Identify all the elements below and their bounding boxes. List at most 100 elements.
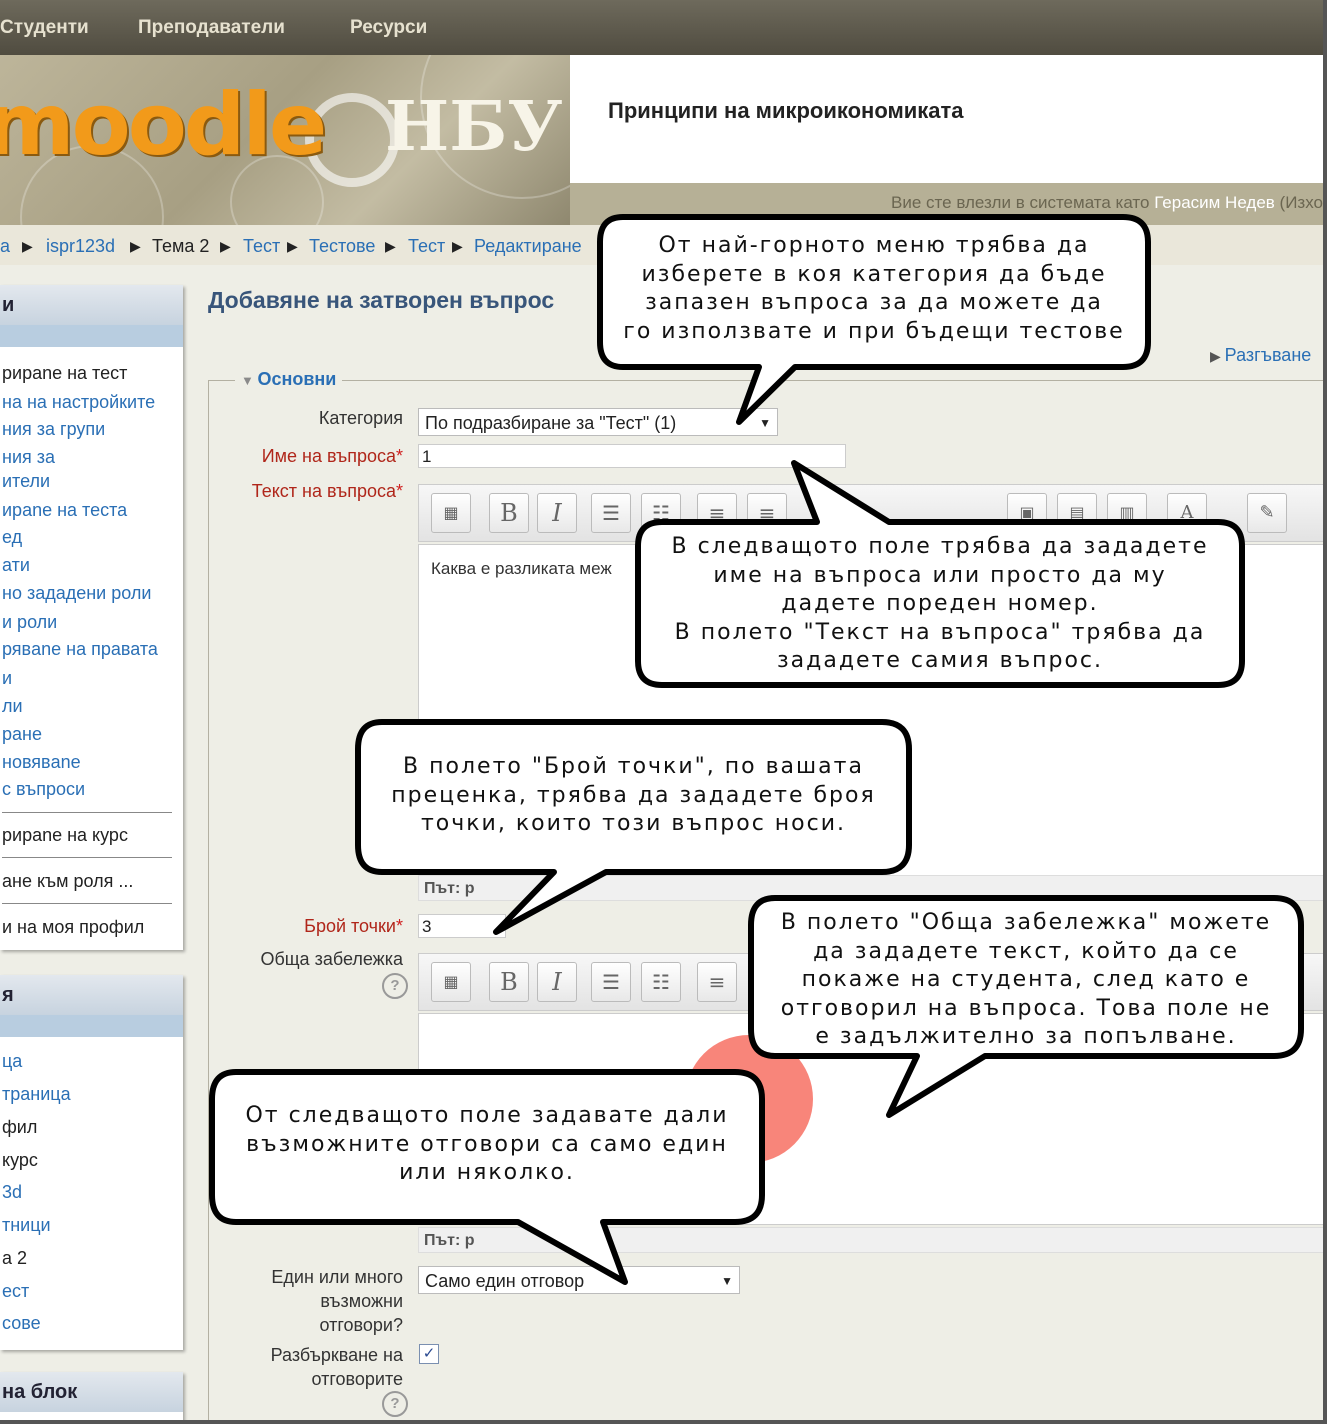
sidebar-item[interactable]: тници (2, 1215, 51, 1236)
user-name-link[interactable]: Герасим Недев (1154, 193, 1275, 212)
callout-line: преценка, трябва да зададете броя (391, 782, 876, 808)
sidebar-item[interactable]: ния за групи (2, 419, 105, 440)
callout-line: изберете в коя категория да бъде (641, 261, 1107, 287)
sidebar-item[interactable]: ца (2, 1051, 22, 1072)
question-text-content: Каква е разликата меж (431, 559, 612, 578)
login-info: Вие сте влезли в системата като Герасим … (570, 193, 1323, 213)
question-text-label: Текст на въпроса* (252, 479, 403, 503)
sidebar-item[interactable]: ли (2, 696, 23, 717)
sidebar-item[interactable]: ители (2, 471, 50, 492)
callout-line: възможните отговори са само един (246, 1131, 728, 1157)
breadcrumb-item[interactable]: а (0, 236, 10, 257)
sidebar-item[interactable]: рирane на тест (2, 363, 127, 384)
legend-label: Основни (257, 369, 337, 389)
sidebar-item[interactable]: ния за (2, 447, 55, 468)
italic-button[interactable]: I (537, 493, 577, 533)
callout-line: или няколко. (399, 1160, 575, 1185)
header-banner: moodle НБУ Принципи на микроикономиката … (0, 55, 1323, 225)
sidebar-block-navigation: я ца траница фил курс 3d тници а 2 ест с… (0, 975, 183, 1350)
sidebar-item[interactable]: курс (2, 1150, 38, 1171)
breadcrumb-item[interactable]: Тестове (309, 236, 375, 257)
italic-button[interactable]: I (537, 962, 577, 1002)
login-prefix: Вие сте влезли в системата като (891, 193, 1155, 212)
callout-text: В следващото поле трябва да зададете име… (638, 533, 1242, 676)
moodle-logo[interactable]: moodle (0, 75, 327, 175)
sidebar-item[interactable]: ати (2, 555, 30, 576)
sidebar-item[interactable]: ане към роля ... (2, 871, 133, 892)
sidebar-divider (2, 812, 172, 813)
breadcrumb-item[interactable]: Тема 2 (152, 236, 209, 257)
category-label: Категория (318, 408, 403, 428)
bold-button[interactable]: B (489, 962, 529, 1002)
toolbar-toggle-icon[interactable]: ▦ (431, 493, 471, 533)
nav-resources[interactable]: Ресурси (350, 17, 427, 39)
help-icon[interactable]: ? (382, 973, 408, 999)
callout-line: го използвате и при бъдещи тестове (623, 318, 1125, 344)
sidebar-item[interactable]: сове (2, 1313, 41, 1334)
course-title: Принципи на микроикономиката (608, 98, 964, 123)
breadcrumb-separator-icon: ▶ (385, 238, 396, 254)
breadcrumb-item[interactable]: Тест (243, 236, 280, 257)
callout-line: точки, които този въпрос носи. (420, 811, 847, 836)
sidebar-item[interactable]: 3d (2, 1182, 22, 1203)
banner-image: moodle НБУ (0, 55, 570, 225)
sidebar-block-add: на блок (0, 1372, 183, 1420)
sidebar-item[interactable]: новявane (2, 752, 81, 773)
callout-line: отговорил на въпроса. Това поле не (780, 995, 1272, 1021)
callout-line: зададете самия въпрос. (776, 648, 1104, 673)
numbered-list-icon[interactable]: ☷ (641, 962, 681, 1002)
toolbar-toggle-icon[interactable]: ▦ (431, 962, 471, 1002)
sidebar-item[interactable]: на на настройките (2, 392, 155, 413)
callout-line: запазен въпроса за да можете да (645, 290, 1103, 315)
sidebar-item[interactable]: ест (2, 1281, 29, 1302)
bold-button[interactable]: B (489, 493, 529, 533)
nav-students[interactable]: Студенти (0, 17, 89, 39)
fieldset-legend-general[interactable]: ▼ Основни (235, 369, 343, 390)
question-name-label: Име на въпроса* (262, 444, 403, 468)
sidebar-block-bar (0, 325, 183, 347)
bullet-list-icon[interactable]: ☰ (591, 493, 631, 533)
logout-link[interactable]: (Изхо (1275, 193, 1323, 212)
callout-line: е задължително за попълване. (815, 1024, 1237, 1049)
sidebar-item[interactable]: и (2, 668, 12, 689)
sidebar-block-title: на блок (0, 1372, 183, 1412)
question-name-label-text: Име на въпроса (261, 446, 396, 466)
breadcrumb-item[interactable]: Тест (408, 236, 445, 257)
nav-teachers[interactable]: Преподаватели (138, 17, 285, 39)
sidebar-item[interactable]: но зададени роли (2, 583, 151, 604)
sidebar-item[interactable]: ирane на теста (2, 500, 127, 521)
sidebar-item[interactable]: рявane на правата (2, 639, 158, 660)
breadcrumb-separator-icon: ▶ (287, 238, 298, 254)
course-title-box: Принципи на микроикономиката (570, 55, 1323, 183)
breadcrumb-item[interactable]: Редактиране (474, 236, 582, 257)
required-star-icon: * (395, 481, 403, 501)
sidebar-block-admin: и рирane на тест на на настройките ния з… (0, 285, 183, 950)
screenshot-frame: Студенти Преподаватели Ресурси moodle НБ… (0, 0, 1327, 1424)
expand-all-link[interactable]: ▶ Разгъване (1210, 345, 1311, 366)
callout-line: дадете пореден номер. (781, 591, 1099, 616)
breadcrumb-separator-icon: ▶ (220, 238, 231, 254)
shuffle-checkbox[interactable]: ✓ (419, 1344, 439, 1364)
sidebar-item[interactable]: фил (2, 1117, 37, 1138)
callout-line: В полето "Текст на въпроса" трябва да (674, 619, 1206, 645)
sidebar-item[interactable]: а 2 (2, 1248, 27, 1269)
sidebar-item[interactable]: рирane на курс (2, 825, 128, 846)
sidebar-item[interactable]: и роли (2, 612, 57, 633)
sidebar-divider (2, 857, 172, 858)
sidebar-item[interactable]: ране (2, 724, 42, 745)
shuffle-answers-label: Разбъркване на отговорите (271, 1343, 403, 1391)
expand-all-label: Разгъване (1224, 345, 1312, 365)
align-left-icon[interactable]: ≡ (697, 962, 737, 1002)
single-answer-label-line: отговори? (319, 1315, 404, 1335)
sidebar-item[interactable]: и на моя профил (2, 917, 144, 938)
help-icon[interactable]: ? (382, 1391, 408, 1417)
bullet-list-icon[interactable]: ☰ (591, 962, 631, 1002)
callout-text: От следващото поле задавате дали възможн… (212, 1102, 762, 1188)
callout-text: В полето "Обща забележка" можете да зада… (751, 909, 1301, 1052)
breadcrumb-item[interactable]: ispr123d (46, 236, 115, 257)
sidebar-item[interactable]: траница (2, 1084, 71, 1105)
question-text-label-text: Текст на въпроса (251, 481, 396, 501)
sidebar-item[interactable]: ед (2, 527, 22, 548)
sidebar-item[interactable]: с въпроси (2, 779, 85, 800)
page-title: Добавяне на затворен въпрос (208, 287, 555, 313)
